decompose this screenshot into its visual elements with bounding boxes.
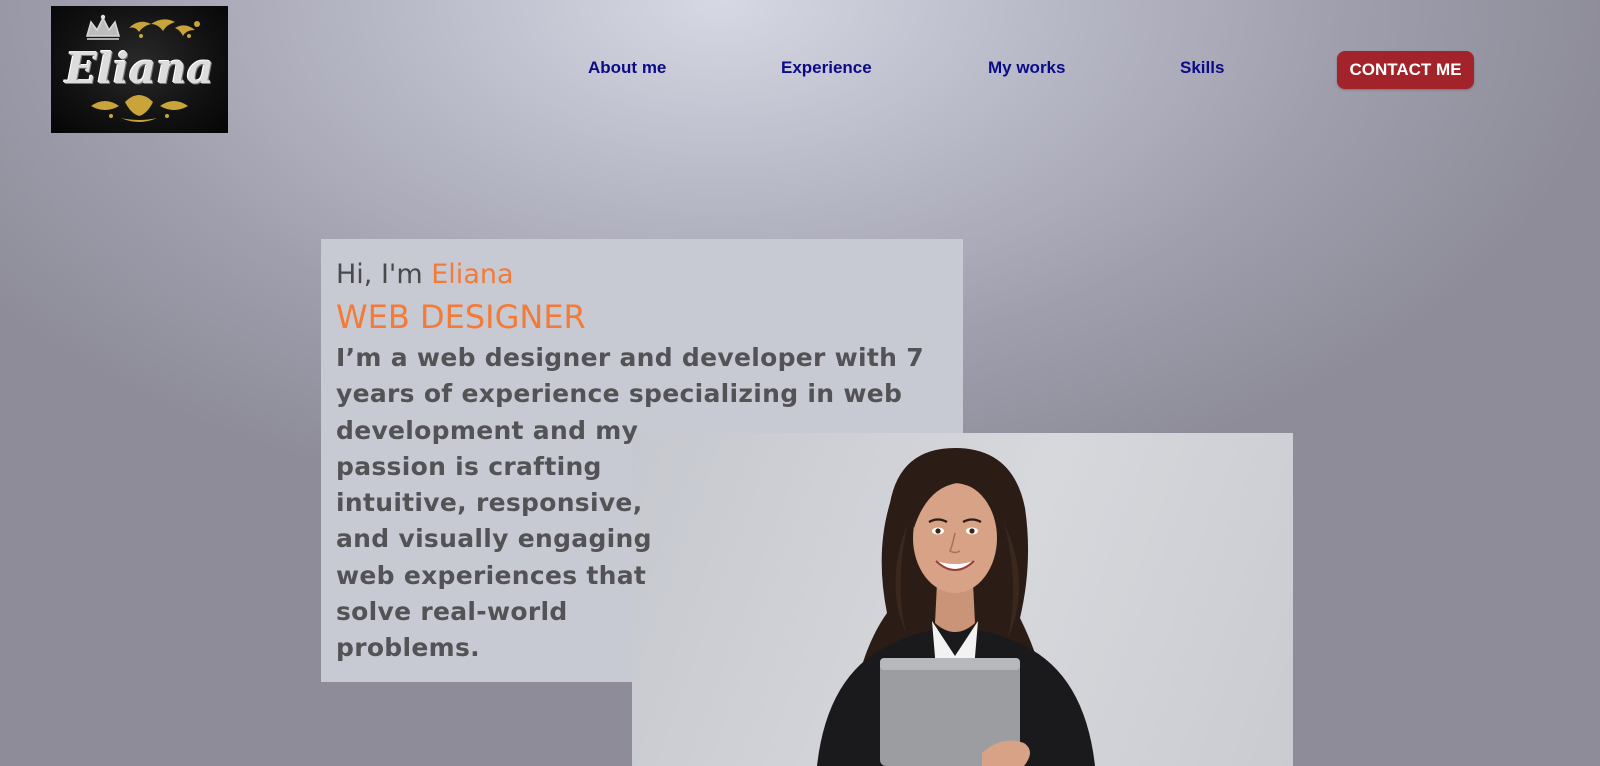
greeting-prefix: Hi, I'm (336, 259, 432, 290)
intro-text: Hi, I'm Eliana WEB DESIGNER I’m a web de… (336, 255, 924, 667)
bio-line: solve real-world (336, 597, 568, 627)
bio-paragraph: I’m a web designer and developer with 7 … (336, 340, 924, 667)
hero-name: Eliana (431, 259, 514, 290)
nav-skills[interactable]: Skills (1180, 58, 1224, 78)
bio-line: development and my (336, 415, 639, 445)
contact-me-button[interactable]: CONTACT ME (1337, 51, 1474, 89)
bio-line: web experiences that (336, 560, 647, 590)
nav-about-me[interactable]: About me (588, 58, 666, 78)
bio-line: passion is crafting (336, 451, 602, 481)
bio-line: intuitive, responsive, (336, 488, 643, 518)
nav-experience[interactable]: Experience (781, 58, 872, 78)
logo-text: Eliana (65, 44, 214, 93)
role-title: WEB DESIGNER (336, 298, 586, 336)
greeting: Hi, I'm Eliana (336, 255, 924, 295)
logo[interactable]: Eliana (51, 6, 228, 133)
nav-my-works[interactable]: My works (988, 58, 1065, 78)
bio-line: years of experience specializing in web (336, 379, 903, 409)
bio-line: and visually engaging (336, 524, 652, 554)
bio-line: I’m a web designer and developer with 7 (336, 343, 924, 372)
bio-line: problems. (336, 633, 480, 663)
